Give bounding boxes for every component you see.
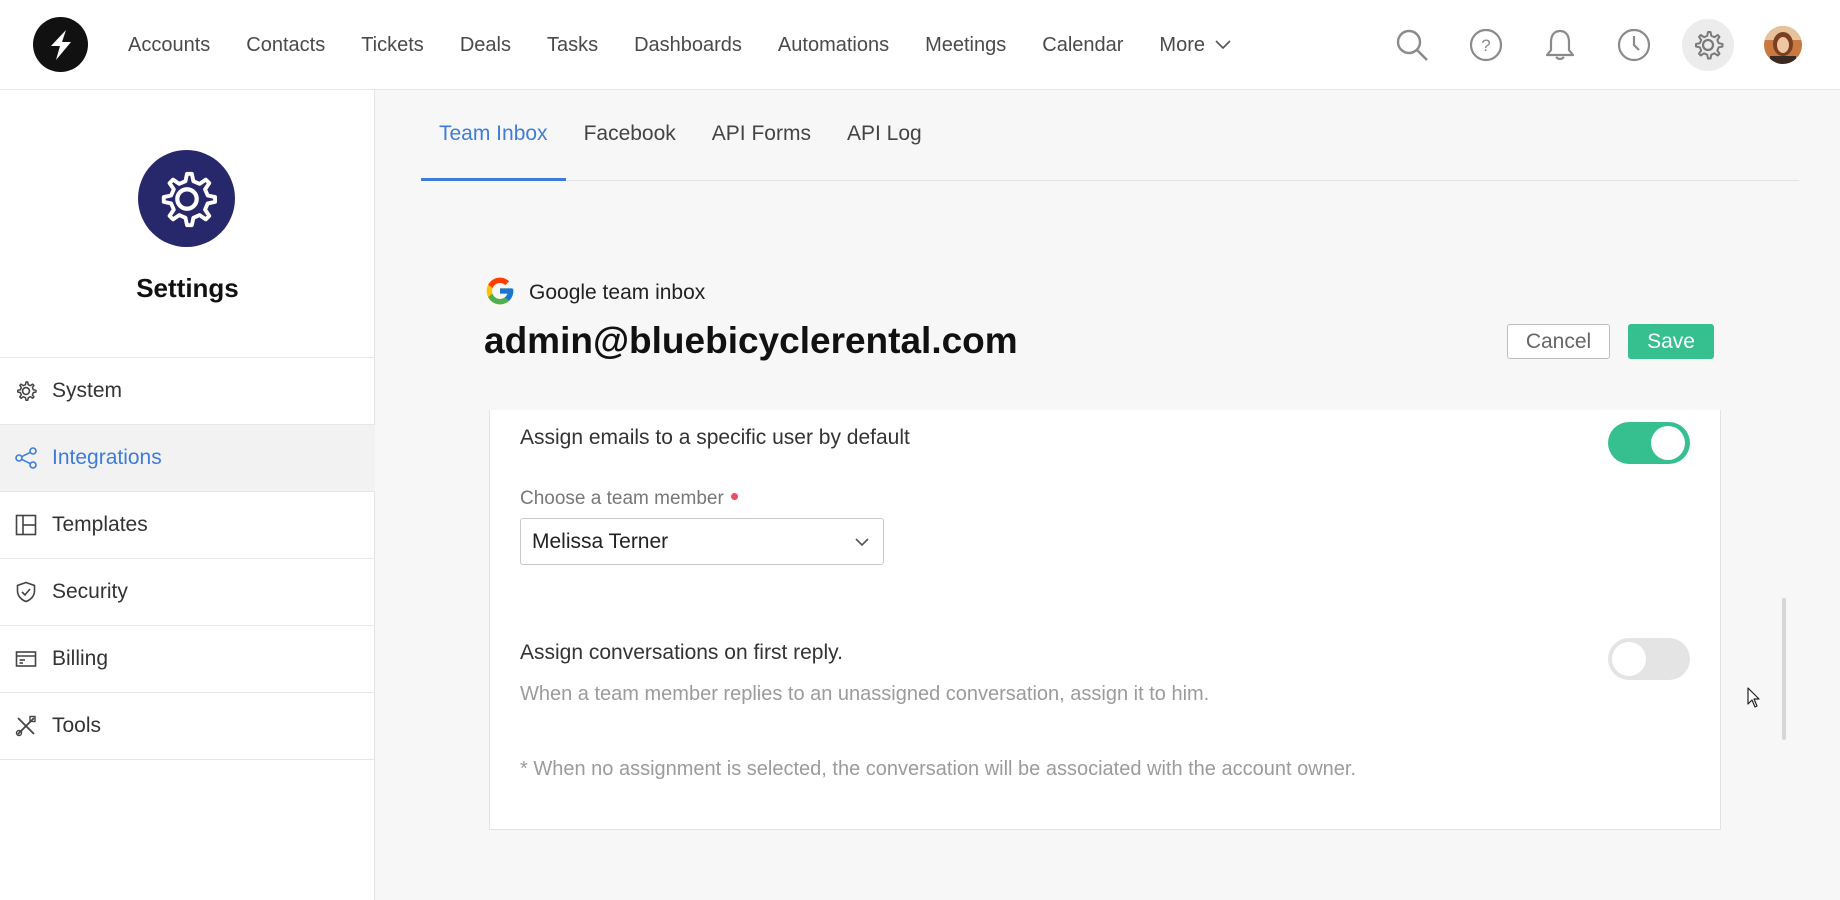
sidebar-item-templates[interactable]: Templates (0, 492, 375, 559)
toggle-knob (1651, 426, 1685, 460)
chevron-down-icon (855, 538, 869, 547)
settings-gear-icon[interactable] (1682, 19, 1734, 71)
save-button[interactable]: Save (1628, 324, 1714, 359)
required-indicator (730, 493, 738, 501)
team-member-field-label: Choose a team member (520, 488, 738, 510)
sidebar-item-integrations[interactable]: Integrations (0, 425, 375, 492)
nav-more-label: More (1159, 33, 1205, 56)
sidebar-menu: System Integrations Templates Security B… (0, 357, 375, 760)
app-logo[interactable] (33, 17, 88, 72)
nav-meetings[interactable]: Meetings (925, 34, 1006, 57)
nav-tickets[interactable]: Tickets (361, 34, 424, 57)
top-navigation-bar: Accounts Contacts Tickets Deals Tasks Da… (0, 0, 1840, 90)
settings-badge-icon (138, 150, 235, 247)
gear-icon (14, 379, 38, 403)
layout-icon (14, 513, 38, 537)
toggle-knob (1612, 642, 1646, 676)
cancel-button[interactable]: Cancel (1507, 324, 1610, 359)
share-icon (14, 446, 38, 470)
inbox-type-label: Google team inbox (529, 281, 706, 304)
tab-api-forms[interactable]: API Forms (694, 122, 829, 180)
team-member-value: Melissa Terner (532, 529, 669, 553)
sidebar-item-label: Billing (52, 647, 109, 670)
assign-first-reply-description: When a team member replies to an unassig… (520, 683, 1210, 705)
shield-icon (14, 580, 38, 604)
nav-tasks[interactable]: Tasks (547, 34, 598, 57)
assign-default-toggle[interactable] (1608, 422, 1690, 464)
main-nav: Accounts Contacts Tickets Deals Tasks Da… (128, 0, 1267, 90)
team-member-select[interactable]: Melissa Terner (520, 518, 884, 565)
inbox-email-title: admin@bluebicyclerental.com (484, 320, 1018, 361)
nav-more-dropdown[interactable]: More (1159, 34, 1231, 57)
nav-deals[interactable]: Deals (460, 34, 511, 57)
assign-first-reply-toggle[interactable] (1608, 638, 1690, 680)
svg-text:?: ? (1481, 36, 1490, 55)
settings-sidebar: Settings System Integrations Templates S… (0, 90, 375, 900)
google-icon (484, 275, 516, 307)
tools-icon (14, 714, 38, 738)
nav-accounts[interactable]: Accounts (128, 34, 210, 57)
tab-api-log[interactable]: API Log (829, 122, 940, 180)
assignment-settings-card: Assign emails to a specific user by defa… (489, 410, 1721, 830)
nav-dashboards[interactable]: Dashboards (634, 34, 742, 57)
assignment-footnote: * When no assignment is selected, the co… (520, 758, 1357, 780)
bell-icon[interactable] (1537, 22, 1583, 68)
sidebar-item-label: System (52, 379, 123, 402)
sidebar-item-system[interactable]: System (0, 358, 375, 425)
help-icon[interactable]: ? (1463, 22, 1509, 68)
vertical-scrollbar[interactable] (1782, 598, 1786, 740)
nav-automations[interactable]: Automations (778, 34, 889, 57)
sidebar-item-label: Tools (52, 714, 102, 737)
sidebar-item-tools[interactable]: Tools (0, 693, 375, 760)
sidebar-item-label: Templates (52, 513, 148, 536)
sidebar-item-billing[interactable]: Billing (0, 626, 375, 693)
nav-contacts[interactable]: Contacts (246, 34, 325, 57)
search-icon[interactable] (1389, 22, 1435, 68)
clock-icon[interactable] (1611, 22, 1657, 68)
sidebar-item-label: Integrations (52, 446, 162, 469)
sidebar-title: Settings (136, 273, 239, 303)
sidebar-item-security[interactable]: Security (0, 559, 375, 626)
tab-team-inbox[interactable]: Team Inbox (421, 122, 566, 181)
user-avatar[interactable] (1764, 26, 1802, 64)
chevron-down-icon (1215, 40, 1231, 50)
card-icon (14, 647, 38, 671)
integration-tabs: Team Inbox Facebook API Forms API Log (421, 90, 1799, 181)
tab-facebook[interactable]: Facebook (566, 122, 694, 180)
nav-calendar[interactable]: Calendar (1042, 34, 1123, 57)
assign-default-label: Assign emails to a specific user by defa… (520, 426, 910, 449)
assign-first-reply-label: Assign conversations on first reply. (520, 641, 843, 664)
mouse-cursor-icon (1747, 687, 1761, 714)
team-member-label-text: Choose a team member (520, 488, 724, 509)
lightning-logo-icon (50, 29, 71, 60)
sidebar-item-label: Security (52, 580, 128, 603)
